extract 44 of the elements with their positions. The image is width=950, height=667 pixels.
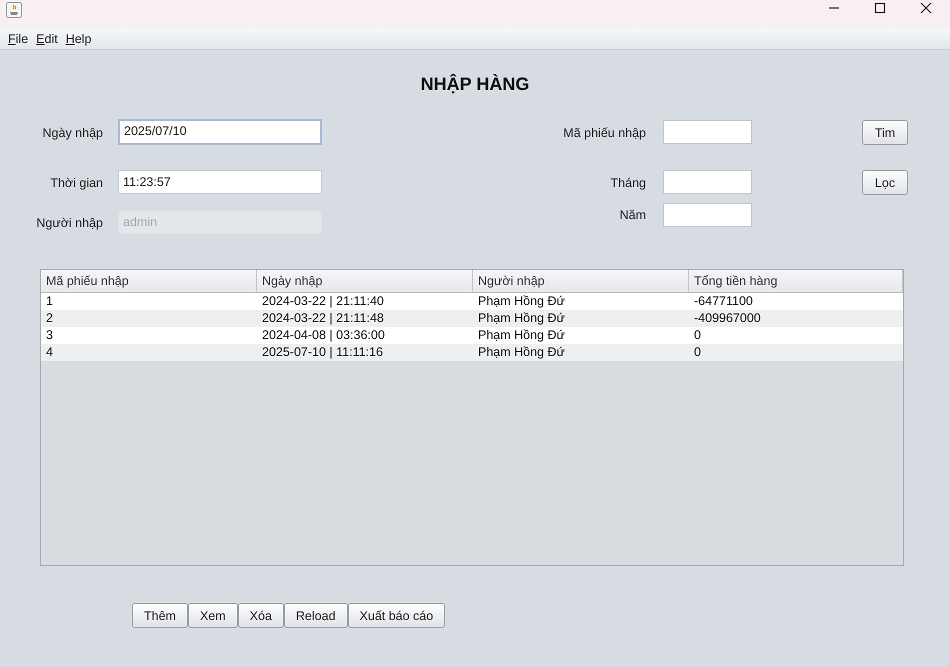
input-field[interactable]: 11:23:57 [118,170,322,194]
table-cell-text: Phạm Hồng Đứ [477,293,566,310]
column-header[interactable]: Tổng tiền hàng [689,270,903,292]
action-button[interactable]: Xóa [238,603,284,628]
menu-item[interactable]: File [8,32,28,46]
table-cell-text: 4 [45,344,54,361]
table-cell-text: 2024-03-22 | 21:11:48 [261,310,385,327]
table-cell-text: Phạm Hồng Đứ [477,327,566,344]
table-cell-text: -409967000 [693,310,762,327]
column-header[interactable]: Ngày nhập [257,270,473,292]
close-icon[interactable] [920,2,932,14]
table-cell-text: 0 [693,327,702,344]
table-cell-text: 2025-07-10 | 11:11:16 [261,344,384,361]
maximize-icon[interactable] [874,2,886,14]
table-cell-text: -64771100 [693,293,754,310]
table-cell-text: 2024-03-22 | 21:11:40 [261,293,385,310]
page-title: NHẬP HÀNG [420,72,530,96]
action-button[interactable]: Tim [862,120,908,145]
table-cell-text: Phạm Hồng Đứ [477,344,566,361]
table-cell-text: 2024-04-08 | 03:36:00 [261,327,386,344]
table-cell-text: 3 [45,327,54,344]
column-header[interactable]: Người nhập [473,270,689,292]
table-cell-text: 0 [693,344,702,361]
field-label: Người nhập [35,215,104,232]
field-label: Ngày nhập [42,125,104,142]
input-field[interactable] [663,203,752,227]
input-field[interactable]: 2025/07/10 [118,119,322,145]
action-button[interactable]: Thêm [132,603,188,628]
menu-item[interactable]: Help [66,32,92,46]
column-header[interactable]: Mã phiếu nhập [41,270,257,292]
action-button[interactable]: Lọc [862,170,908,195]
action-button[interactable]: Xem [188,603,238,628]
table-cell-text: 2 [45,310,54,327]
field-label: Tháng [610,175,647,192]
field-label: Năm [618,207,647,224]
field-label: Mã phiếu nhập [562,125,647,142]
field-label: Thời gian [49,175,104,192]
menu-item[interactable]: Edit [36,32,58,46]
table-cell-text: 1 [45,293,54,310]
action-button[interactable]: Reload [284,603,348,628]
action-button[interactable]: Xuất báo cáo [348,603,446,628]
input-field[interactable] [663,120,752,144]
input-field[interactable] [663,170,752,194]
table-cell-text: Phạm Hồng Đứ [477,310,566,327]
